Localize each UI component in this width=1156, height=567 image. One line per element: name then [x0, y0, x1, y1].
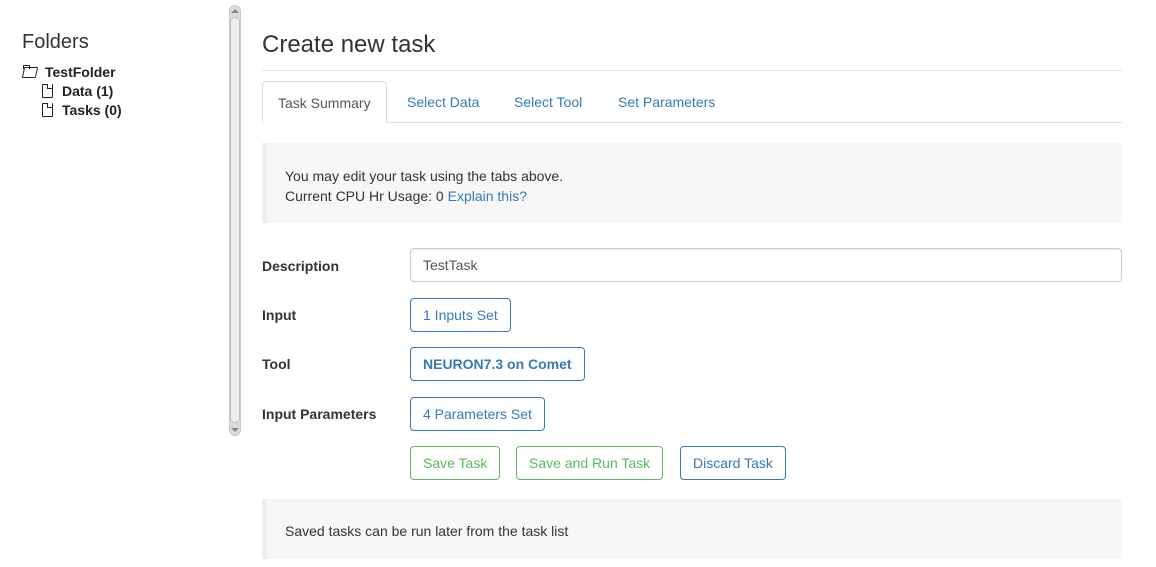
footer-note: Saved tasks can be run later from the ta…	[262, 499, 1122, 559]
save-and-run-task-button[interactable]: Save and Run Task	[516, 446, 664, 480]
tree-item-tasks[interactable]: Tasks (0)	[39, 100, 122, 119]
cpu-usage-line: Current CPU Hr Usage: 0 Explain this?	[285, 186, 1104, 206]
tree-item-label: Tasks (0)	[62, 101, 122, 118]
file-icon	[39, 83, 55, 98]
inputs-set-button[interactable]: 1 Inputs Set	[410, 298, 511, 332]
tab-select-tool[interactable]: Select Tool	[514, 81, 582, 123]
parameters-set-button[interactable]: 4 Parameters Set	[410, 397, 545, 431]
description-input[interactable]	[410, 248, 1122, 282]
save-task-button[interactable]: Save Task	[410, 446, 501, 480]
scrollbar-thumb[interactable]	[230, 17, 240, 423]
folders-title: Folders	[22, 31, 89, 53]
page-title: Create new task	[262, 31, 436, 58]
explain-link[interactable]: Explain this?	[448, 188, 527, 204]
folder-tree: TestFolder Data (1) Tasks (0)	[22, 62, 122, 119]
tab-set-parameters[interactable]: Set Parameters	[618, 81, 715, 123]
tree-folder-testfolder[interactable]: TestFolder	[22, 62, 122, 81]
file-icon	[39, 102, 55, 117]
tab-select-data[interactable]: Select Data	[407, 81, 479, 123]
sidebar-scrollbar[interactable]	[228, 5, 242, 436]
task-tabs: Task Summary Select Data Select Tool Set…	[262, 81, 1122, 123]
tree-item-data[interactable]: Data (1)	[39, 81, 122, 100]
tree-item-label: Data (1)	[62, 82, 114, 99]
input-label: Input	[262, 307, 297, 323]
info-panel: You may edit your task using the tabs ab…	[262, 143, 1122, 223]
cpu-usage-text: Current CPU Hr Usage: 0	[285, 188, 444, 204]
scroll-up-arrow-icon[interactable]	[231, 9, 239, 13]
tool-button[interactable]: NEURON7.3 on Comet	[410, 347, 585, 381]
description-label: Description	[262, 258, 340, 274]
tab-task-summary[interactable]: Task Summary	[262, 81, 387, 123]
title-divider	[262, 70, 1122, 71]
tool-label: Tool	[262, 356, 291, 372]
discard-task-button[interactable]: Discard Task	[680, 446, 786, 480]
scroll-down-arrow-icon[interactable]	[231, 428, 239, 432]
input-parameters-label: Input Parameters	[262, 406, 377, 422]
folder-open-icon	[22, 64, 38, 79]
info-text: You may edit your task using the tabs ab…	[285, 168, 564, 184]
tree-folder-label: TestFolder	[45, 63, 116, 80]
sidebar: Folders TestFolder Data (1) Tasks (0)	[0, 0, 228, 567]
